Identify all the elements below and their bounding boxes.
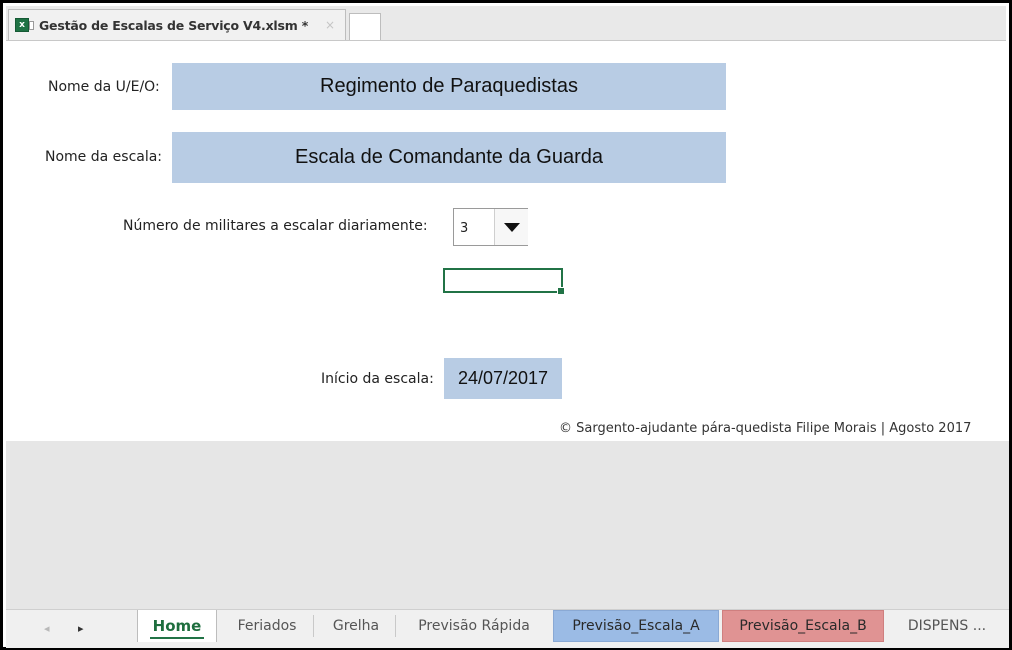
sheet-tab-previsao-escala-a[interactable]: Previsão_Escala_A <box>553 610 719 642</box>
start-date-field[interactable]: 24/07/2017 <box>444 358 562 399</box>
document-title: Gestão de Escalas de Serviço V4.xlsm * <box>39 18 309 33</box>
sheet-tab-label: DISPENS ... <box>907 618 987 634</box>
start-label: Início da escala: <box>321 371 434 387</box>
count-combobox[interactable]: 3 <box>453 208 528 246</box>
sheet-tab-label: Previsão_Escala_A <box>572 618 700 634</box>
unit-label: Nome da U/E/O: <box>48 79 160 95</box>
scroll-left-icon[interactable]: ◂ <box>44 622 50 635</box>
tab-separator <box>313 615 314 637</box>
sheet-tab-grelha[interactable]: Grelha <box>316 610 396 642</box>
sheet-tab-label: Previsão_Escala_B <box>739 618 867 634</box>
sheet-tab-previsao-rapida[interactable]: Previsão Rápida <box>398 610 550 642</box>
excel-file-icon: x <box>15 18 34 32</box>
close-icon[interactable]: × <box>325 18 335 32</box>
sheet-tab-bar: ◂ ▸ Home Feriados Grelha Previsão Rápida… <box>6 609 1009 648</box>
excel-window: x Gestão de Escalas de Serviço V4.xlsm *… <box>0 0 1012 650</box>
scale-name-field[interactable]: Escala de Comandante da Guarda <box>172 132 726 183</box>
active-tab-underline <box>150 637 204 639</box>
document-tab-strip: x Gestão de Escalas de Serviço V4.xlsm *… <box>6 6 1006 41</box>
sheet-tab-label: Home <box>152 617 202 635</box>
dropdown-arrow-icon[interactable] <box>494 209 528 245</box>
scale-label: Nome da escala: <box>45 149 163 165</box>
document-tab[interactable]: x Gestão de Escalas de Serviço V4.xlsm *… <box>8 9 346 40</box>
empty-sheet-area <box>6 441 1009 609</box>
sheet-tab-label: Grelha <box>332 618 380 634</box>
unit-name-field[interactable]: Regimento de Paraquedistas <box>172 63 726 110</box>
sheet-tab-dispens[interactable]: DISPENS ... <box>892 610 1002 642</box>
copyright-text: © Sargento-ajudante pára-quedista Filipe… <box>559 421 972 436</box>
scroll-right-icon[interactable]: ▸ <box>78 622 84 635</box>
sheet-tab-label: Feriados <box>237 618 297 634</box>
sheet-tab-label: Previsão Rápida <box>418 618 530 634</box>
sheet-tab-feriados[interactable]: Feriados <box>220 610 314 642</box>
sheet-tab-home[interactable]: Home <box>137 610 217 642</box>
count-label: Número de militares a escalar diariament… <box>123 218 428 234</box>
fill-handle[interactable] <box>557 287 565 295</box>
sheet-tab-previsao-escala-b[interactable]: Previsão_Escala_B <box>722 610 884 642</box>
tab-separator <box>395 615 396 637</box>
new-tab-button[interactable] <box>349 13 381 40</box>
count-value: 3 <box>460 221 469 236</box>
selected-cell[interactable] <box>443 268 565 295</box>
